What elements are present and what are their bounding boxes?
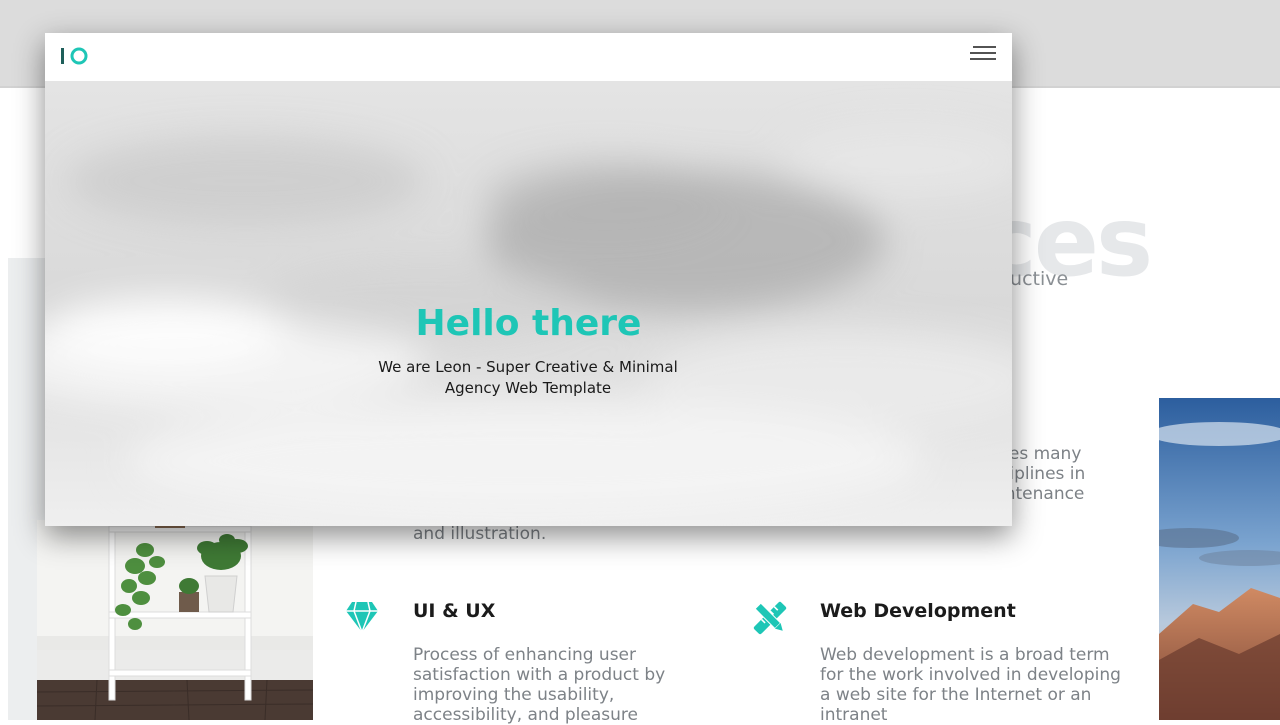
hero-title: Hello there (415, 303, 642, 344)
service-title: UI & UX (413, 600, 496, 622)
background-intro-tail: and illustration. (413, 524, 547, 544)
diamond-icon (344, 598, 384, 638)
pencil-ruler-icon (751, 599, 791, 639)
hero-section: Hello there We are Leon - Super Creative… (45, 81, 1012, 526)
background-intro-text: ses many ciplines in intenance (1000, 444, 1086, 504)
plant-photo (37, 520, 313, 720)
hero-subtitle: We are Leon - Super Creative & Minimal A… (378, 358, 678, 397)
service-description: Process of enhancing user satisfaction w… (413, 645, 666, 725)
service-title: Web Development (820, 600, 1016, 622)
navbar (45, 33, 1012, 81)
hamburger-menu-icon[interactable] (969, 45, 997, 63)
popup-window: Hello there We are Leon - Super Creative… (45, 33, 1012, 526)
service-description: Web development is a broad term for the … (820, 645, 1121, 725)
site-logo[interactable] (60, 45, 90, 67)
mountain-photo (1159, 398, 1280, 720)
